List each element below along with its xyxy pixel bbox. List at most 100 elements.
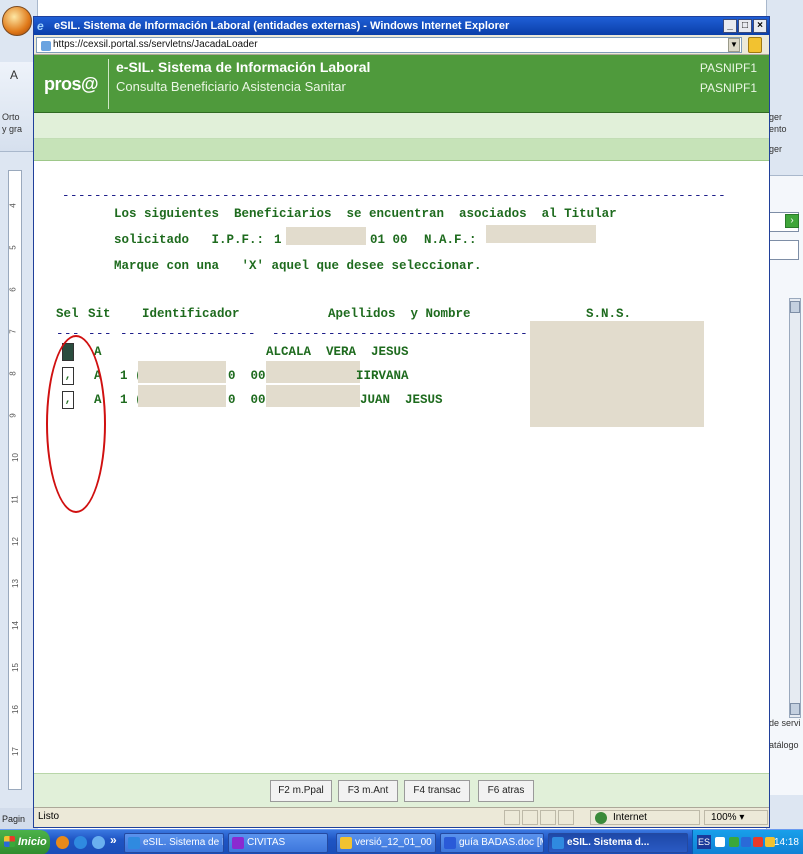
task-pane-scrollbar[interactable] — [789, 298, 801, 718]
quicklaunch-ie-icon[interactable] — [74, 836, 87, 849]
language-indicator[interactable]: ES — [697, 835, 711, 849]
maximize-button[interactable]: □ — [738, 19, 752, 33]
taskbar-item[interactable]: eSIL. Sistema de Inf... — [124, 833, 224, 853]
ribbon-text: ger — [769, 144, 783, 154]
windows-flag-icon — [4, 836, 15, 847]
row-select-field[interactable]: , — [62, 367, 74, 385]
row-sit: A — [94, 393, 102, 407]
status-segment — [522, 810, 538, 825]
ruler-mark: 13 — [10, 579, 20, 588]
task-pane-text: de servi — [769, 718, 801, 728]
ruler-mark: 4 — [8, 203, 18, 208]
ribbon-text: ger — [769, 112, 783, 122]
task-label: guía BADAS.doc [M... — [459, 837, 543, 848]
ipf-label: solicitado I.P.F.: — [114, 233, 265, 247]
start-button[interactable]: Inicio — [0, 830, 50, 854]
url-input[interactable]: https://cexsil.portal.ss/servletns/Jacad… — [36, 37, 742, 53]
ribbon-text: ento — [769, 124, 787, 134]
app-header: pros@ e-SIL. Sistema de Información Labo… — [34, 55, 769, 113]
ruler-mark: 12 — [10, 537, 20, 546]
lock-icon[interactable] — [748, 37, 762, 53]
task-pane-dropdown[interactable] — [767, 240, 799, 260]
redacted-ipf — [286, 227, 366, 245]
background-word-right: ger ento ger › de servi atálogo — [766, 0, 803, 854]
redacted-surname — [266, 385, 360, 407]
internet-zone-icon — [595, 812, 607, 824]
screen-code: PASNIPF1 — [699, 61, 757, 75]
app-subtitle: Consulta Beneficiario Asistencia Sanitar — [116, 79, 346, 94]
scroll-up-icon[interactable] — [790, 301, 800, 313]
quicklaunch-more-icon[interactable]: » — [110, 833, 117, 847]
taskbar-item-active[interactable]: eSIL. Sistema d... — [548, 833, 688, 853]
tray-app-icon[interactable] — [729, 837, 739, 847]
task-label: eSIL. Sistema d... — [567, 837, 650, 848]
taskbar-item[interactable]: guía BADAS.doc [M... — [440, 833, 544, 853]
address-bar: https://cexsil.portal.ss/servletns/Jacad… — [34, 35, 769, 55]
ribbon-text: y gra — [2, 124, 23, 134]
row-name: IIRVANA — [356, 369, 409, 383]
redacted-naf — [486, 225, 596, 243]
row-sit: A — [94, 345, 102, 359]
ie-status-bar: Listo Internet 100% ▾ — [34, 807, 769, 827]
ribbon-text: Orto — [2, 112, 20, 122]
redacted-identificador — [138, 361, 226, 383]
column-header-apellidos: Apellidos y Nombre — [328, 307, 471, 321]
column-header-sit: Sit — [88, 307, 111, 321]
minimize-button[interactable]: _ — [723, 19, 737, 33]
taskbar-clock[interactable]: 14:18 — [774, 830, 799, 854]
tray-app-icon[interactable] — [753, 837, 763, 847]
url-text: https://cexsil.portal.ss/servletns/Jacad… — [53, 39, 258, 50]
ribbon-text: A — [10, 68, 19, 82]
instruction-text: Marque con una 'X' aquel que desee selec… — [114, 259, 482, 273]
civitas-icon — [232, 837, 244, 849]
row-id-suffix: 0 00 — [228, 393, 266, 407]
scroll-down-icon[interactable] — [790, 703, 800, 715]
status-segment — [558, 810, 574, 825]
ruler-mark: 11 — [10, 495, 20, 504]
window-titlebar[interactable]: e eSIL. Sistema de Información Laboral (… — [34, 17, 769, 35]
go-arrow-icon[interactable]: › — [785, 214, 799, 228]
row-select-field[interactable] — [62, 343, 74, 361]
red-annotation-circle — [46, 335, 106, 513]
row-select-field[interactable]: , — [62, 391, 74, 409]
row-sit: A — [94, 369, 102, 383]
ruler-mark: 17 — [10, 747, 20, 756]
zoom-level: 100% — [711, 812, 737, 823]
ruler-mark: 6 — [8, 287, 18, 292]
zoom-control[interactable]: 100% ▾ — [704, 810, 768, 825]
taskbar-item[interactable]: CIVITAS — [228, 833, 328, 853]
task-pane-text: atálogo — [769, 740, 799, 750]
zone-label: Internet — [613, 812, 647, 823]
office-button-icon[interactable] — [2, 6, 32, 36]
redacted-identificador — [138, 385, 226, 407]
row-name: ALCALA VERA JESUS — [266, 345, 409, 359]
folder-icon — [340, 837, 352, 849]
status-text: Listo — [38, 811, 60, 822]
naf-label: N.A.F.: — [424, 233, 477, 247]
separator-line: ----------------------------------------… — [62, 189, 727, 203]
url-dropdown-icon[interactable]: ▼ — [728, 38, 740, 52]
app-title: e-SIL. Sistema de Información Laboral — [116, 59, 371, 75]
column-header-sns: S.N.S. — [586, 307, 632, 321]
status-segment — [540, 810, 556, 825]
f3-previous-menu-button[interactable]: F3 m.Ant — [338, 780, 398, 802]
column-header-sel: Sel — [56, 307, 79, 321]
f4-transaction-button[interactable]: F4 transac — [404, 780, 470, 802]
ie-window: e eSIL. Sistema de Información Laboral (… — [33, 16, 770, 828]
ruler-mark: 8 — [8, 371, 18, 376]
ruler-mark: 7 — [8, 329, 18, 334]
close-button[interactable]: × — [753, 19, 767, 33]
taskbar-item[interactable]: versió_12_01_00 — [336, 833, 436, 853]
f2-main-menu-button[interactable]: F2 m.Ppal — [270, 780, 332, 802]
intro-text: Los siguientes Beneficiarios se encuentr… — [114, 207, 617, 221]
ruler-mark: 15 — [10, 663, 20, 672]
tray-expand-icon[interactable] — [715, 837, 725, 847]
row-id-suffix: 0 00 — [228, 369, 266, 383]
tray-app-icon[interactable] — [741, 837, 751, 847]
ruler-mark: 10 — [10, 453, 20, 462]
security-zone[interactable]: Internet — [590, 810, 700, 825]
quicklaunch-app-icon[interactable] — [56, 836, 69, 849]
f6-back-button[interactable]: F6 atras — [478, 780, 534, 802]
screen-code: PASNIPF1 — [699, 81, 757, 95]
quicklaunch-desktop-icon[interactable] — [92, 836, 105, 849]
